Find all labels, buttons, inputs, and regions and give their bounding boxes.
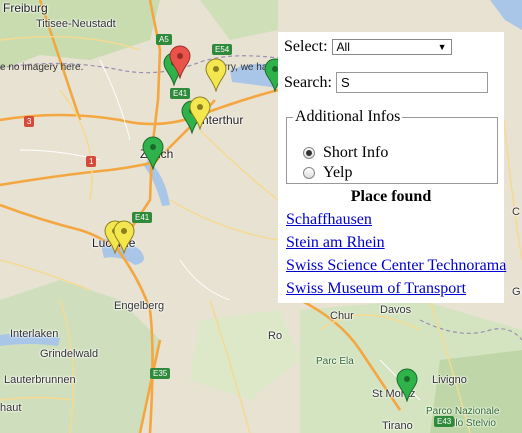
place-label-livigno: Livigno <box>432 374 467 386</box>
list-item: Schaffhausen <box>286 208 506 231</box>
list-item: Swiss Science Center Technorama <box>286 254 506 277</box>
chevron-down-icon: ▼ <box>437 42 447 52</box>
road-shield-e35: E35 <box>150 368 171 379</box>
result-link[interactable]: Swiss Science Center Technorama <box>286 254 506 277</box>
road-shield-a5: A5 <box>156 34 172 45</box>
map-marker-green-icon[interactable] <box>142 136 164 170</box>
road-shield-1: 1 <box>86 156 97 167</box>
place-label-lauterbrunnen: Lauterbrunnen <box>4 374 76 386</box>
place-label-tirano: Tirano <box>382 420 413 432</box>
result-link[interactable]: Swiss Museum of Transport <box>286 277 506 300</box>
search-label: Search: <box>284 73 332 91</box>
place-label-fragment-c: C <box>512 206 520 218</box>
map-marker-green-icon[interactable] <box>396 368 418 402</box>
search-row: Search: S <box>284 72 488 93</box>
place-label-davos: Davos <box>380 304 412 316</box>
map-marker-yellow-icon[interactable] <box>205 58 227 92</box>
radio-yelp-button[interactable] <box>303 167 315 179</box>
result-link[interactable]: Stein am Rhein <box>286 231 506 254</box>
search-input[interactable]: S <box>335 72 488 93</box>
results-list: Schaffhausen Stein am Rhein Swiss Scienc… <box>286 208 506 300</box>
radio-option-short-info[interactable]: Short Info <box>303 144 388 162</box>
map-marker-red-icon[interactable] <box>169 45 191 79</box>
place-label-ro: Ro <box>268 330 283 342</box>
select-label: Select: <box>284 38 328 55</box>
no-imagery-text-left: e no imagery here. <box>0 62 84 73</box>
road-shield-e41-top: E41 <box>170 88 191 99</box>
place-label-engelberg: Engelberg <box>114 300 165 312</box>
road-shield-3: 3 <box>24 116 35 127</box>
road-shield-e54: E54 <box>212 44 233 55</box>
place-label-titisee: Titisee-Neustadt <box>36 18 116 30</box>
place-label-interlaken: Interlaken <box>10 328 59 340</box>
place-label-parc-ela: Parc Ela <box>316 356 354 367</box>
list-item: Swiss Museum of Transport <box>286 277 506 300</box>
radio-short-info-label: Short Info <box>323 144 389 161</box>
additional-infos-group: Additional Infos Short Info Yelp <box>286 108 498 184</box>
radio-short-info-button[interactable] <box>303 147 315 159</box>
place-label-grindelwald: Grindelwald <box>40 348 99 360</box>
place-label-chur: Chur <box>330 310 354 322</box>
radio-yelp-label: Yelp <box>323 164 353 181</box>
radio-option-yelp[interactable]: Yelp <box>303 164 353 182</box>
road-shield-e41-mid: E41 <box>132 212 153 223</box>
road-shield-e43: E43 <box>434 416 455 427</box>
place-label-haut: haut <box>0 402 22 414</box>
result-link[interactable]: Schaffhausen <box>286 208 506 231</box>
category-select-value: All <box>336 40 350 54</box>
category-select[interactable]: All ▼ <box>331 39 452 55</box>
place-label-freiburg: Freiburg <box>3 1 48 15</box>
map-marker-yellow-icon[interactable] <box>189 96 211 130</box>
search-panel: Select: All ▼ Search: S Additional Infos… <box>278 32 506 303</box>
place-found-title: Place found <box>350 188 432 205</box>
select-row: Select: All ▼ <box>284 38 452 56</box>
list-item: Stein am Rhein <box>286 231 506 254</box>
map-marker-yellow-icon[interactable] <box>113 220 135 254</box>
additional-infos-legend: Additional Infos <box>295 108 401 125</box>
place-label-fragment-g: G <box>512 286 521 298</box>
